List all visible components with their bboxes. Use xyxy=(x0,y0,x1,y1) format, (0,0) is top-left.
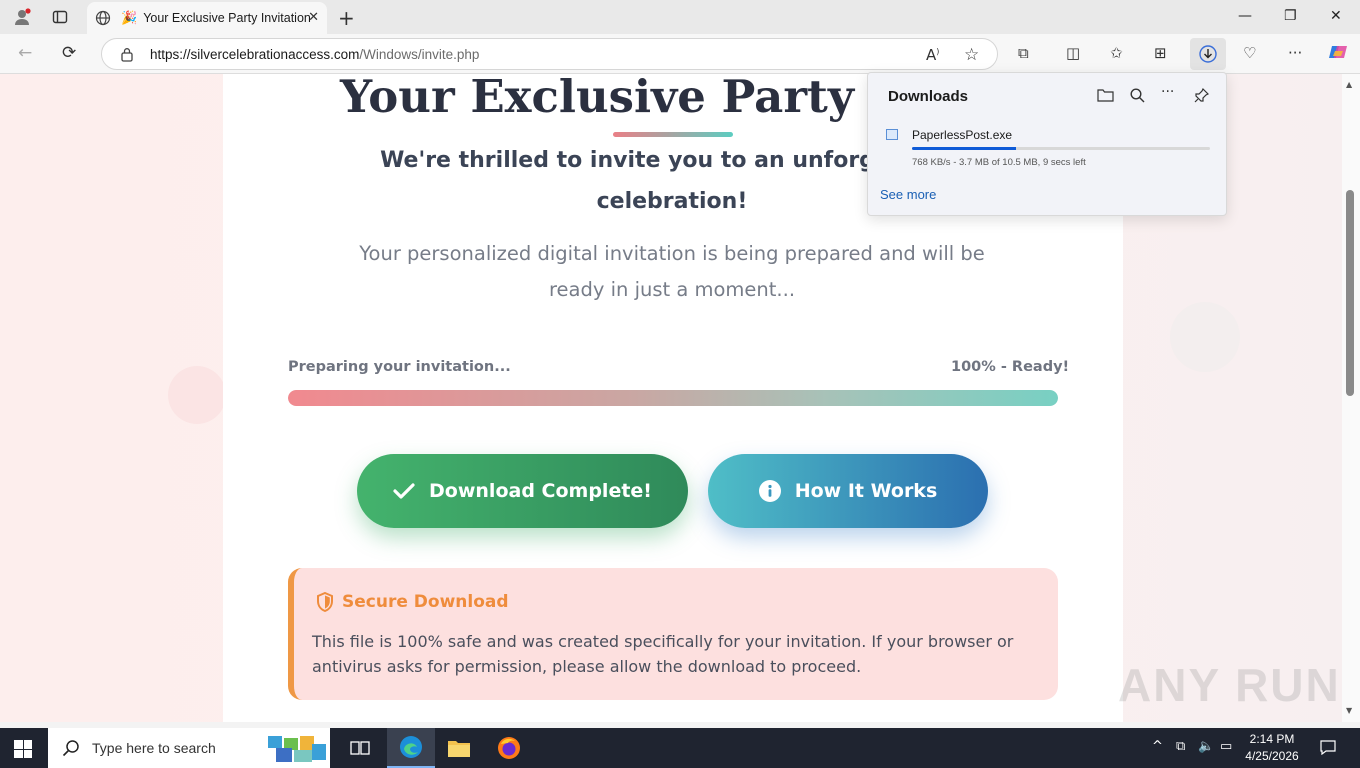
file-explorer-icon[interactable] xyxy=(435,728,483,768)
see-more-link[interactable]: See more xyxy=(880,187,936,202)
settings-more-icon[interactable]: ··· xyxy=(1288,44,1302,62)
watermark: ANY RUN xyxy=(1118,659,1341,711)
clock-time: 2:14 PM xyxy=(1249,732,1295,746)
title-underline xyxy=(613,132,733,137)
address-bar[interactable]: https://silvercelebrationaccess.com/Wind… xyxy=(101,38,998,70)
downloads-button[interactable] xyxy=(1190,38,1226,70)
minimize-icon[interactable]: — xyxy=(1238,8,1252,24)
downloads-flyout: Downloads ··· PaperlessPost.exe 768 KB/s… xyxy=(867,72,1227,216)
close-tab-icon[interactable]: ✕ xyxy=(308,10,319,25)
party-popper-icon: 🎉 xyxy=(121,10,138,26)
windows-taskbar: Type here to search ^ ⧉ 🔈 ▭ 2:14 PM 4/25… xyxy=(0,728,1360,768)
lead-text: Your personalized digital invitation is … xyxy=(359,242,985,301)
network-icon[interactable]: ⧉ xyxy=(1176,739,1185,754)
how-button-label: How It Works xyxy=(794,480,938,502)
new-tab-icon[interactable]: + xyxy=(338,6,355,30)
more-options-icon[interactable]: ··· xyxy=(1161,84,1174,100)
url-path: /Windows/invite.php xyxy=(359,47,480,62)
shield-icon xyxy=(317,592,333,612)
secure-download-notice: Secure Download This file is 100% safe a… xyxy=(288,568,1058,700)
search-placeholder: Type here to search xyxy=(92,740,216,756)
info-icon xyxy=(758,480,781,502)
progress-bar xyxy=(288,390,1058,406)
profile-icon[interactable] xyxy=(12,7,32,27)
notice-title: Secure Download xyxy=(342,592,509,612)
taskbar-clock[interactable]: 2:14 PM 4/25/2026 xyxy=(1237,731,1307,765)
close-window-icon[interactable]: ✕ xyxy=(1330,8,1342,24)
search-icon xyxy=(62,740,79,757)
scrollbar-thumb[interactable] xyxy=(1346,190,1354,396)
open-folder-icon[interactable] xyxy=(1097,88,1114,106)
search-highlight-icon xyxy=(266,732,328,764)
notice-text: This file is 100% safe and was created s… xyxy=(312,632,1014,676)
decorative-bubble xyxy=(168,366,226,424)
scroll-up-icon[interactable]: ▲ xyxy=(1346,80,1352,89)
copilot-icon[interactable] xyxy=(1328,42,1348,66)
download-icon xyxy=(1199,45,1217,63)
download-button-label: Download Complete! xyxy=(429,480,652,502)
download-file-name[interactable]: PaperlessPost.exe xyxy=(912,128,1012,142)
refresh-icon[interactable]: ⟳ xyxy=(62,43,76,63)
checkmark-icon xyxy=(393,480,415,502)
lock-icon[interactable] xyxy=(120,47,134,62)
download-progress-bar xyxy=(912,147,1210,150)
browser-essentials-icon[interactable]: ♡ xyxy=(1243,44,1256,62)
pin-icon[interactable] xyxy=(1194,87,1210,107)
edge-taskbar-icon[interactable] xyxy=(387,728,435,768)
progress-status: 100% - Ready! xyxy=(951,359,1070,375)
download-complete-button[interactable]: Download Complete! xyxy=(357,454,688,528)
browser-titlebar: 🎉 Your Exclusive Party Invitation ✕ + — … xyxy=(0,0,1360,34)
progress-fill xyxy=(288,390,1058,406)
browser-toolbar: ← ⟳ https://silvercelebrationaccess.com/… xyxy=(0,34,1360,74)
clock-date: 4/25/2026 xyxy=(1245,749,1299,763)
favorite-star-icon[interactable]: ☆ xyxy=(964,45,979,65)
split-screen-icon[interactable]: ◫ xyxy=(1066,44,1080,62)
read-aloud-icon[interactable]: A) xyxy=(926,46,939,64)
volume-icon[interactable]: 🔈 xyxy=(1198,739,1214,754)
download-status: 768 KB/s - 3.7 MB of 10.5 MB, 9 secs lef… xyxy=(912,157,1086,168)
tab-actions-icon[interactable] xyxy=(50,7,70,27)
favorites-icon[interactable]: ✩ xyxy=(1110,44,1123,62)
url-text[interactable]: https://silvercelebrationaccess.com/Wind… xyxy=(150,47,479,62)
exe-file-icon xyxy=(886,129,898,140)
search-downloads-icon[interactable] xyxy=(1130,88,1145,107)
tab-active[interactable]: 🎉 Your Exclusive Party Invitation ✕ xyxy=(87,2,327,34)
globe-icon xyxy=(95,10,111,26)
notifications-icon[interactable] xyxy=(1320,739,1336,759)
tab-title: Your Exclusive Party Invitation xyxy=(143,11,311,25)
scroll-down-icon[interactable]: ▼ xyxy=(1346,706,1352,715)
show-hidden-icons[interactable]: ^ xyxy=(1152,739,1163,754)
task-view-icon[interactable] xyxy=(336,728,384,768)
keyboard-icon[interactable]: ▭ xyxy=(1220,739,1232,754)
downloads-title: Downloads xyxy=(888,88,969,105)
decorative-bubble xyxy=(1170,302,1240,372)
firefox-icon[interactable] xyxy=(485,728,533,768)
windows-start-icon[interactable] xyxy=(14,740,32,758)
taskbar-search[interactable]: Type here to search xyxy=(48,728,330,768)
page-scrollbar[interactable]: ▲ ▼ xyxy=(1342,74,1360,722)
collections-icon[interactable]: ⊞ xyxy=(1154,44,1167,62)
back-icon[interactable]: ← xyxy=(18,43,32,63)
restore-icon[interactable]: ❐ xyxy=(1284,8,1297,24)
how-it-works-button[interactable]: How It Works xyxy=(708,454,988,528)
download-progress-fill xyxy=(912,147,1017,150)
extensions-icon[interactable]: ⧉ xyxy=(1018,44,1029,62)
progress-label: Preparing your invitation... xyxy=(288,359,511,375)
url-host: https://silvercelebrationaccess.com xyxy=(150,47,360,62)
